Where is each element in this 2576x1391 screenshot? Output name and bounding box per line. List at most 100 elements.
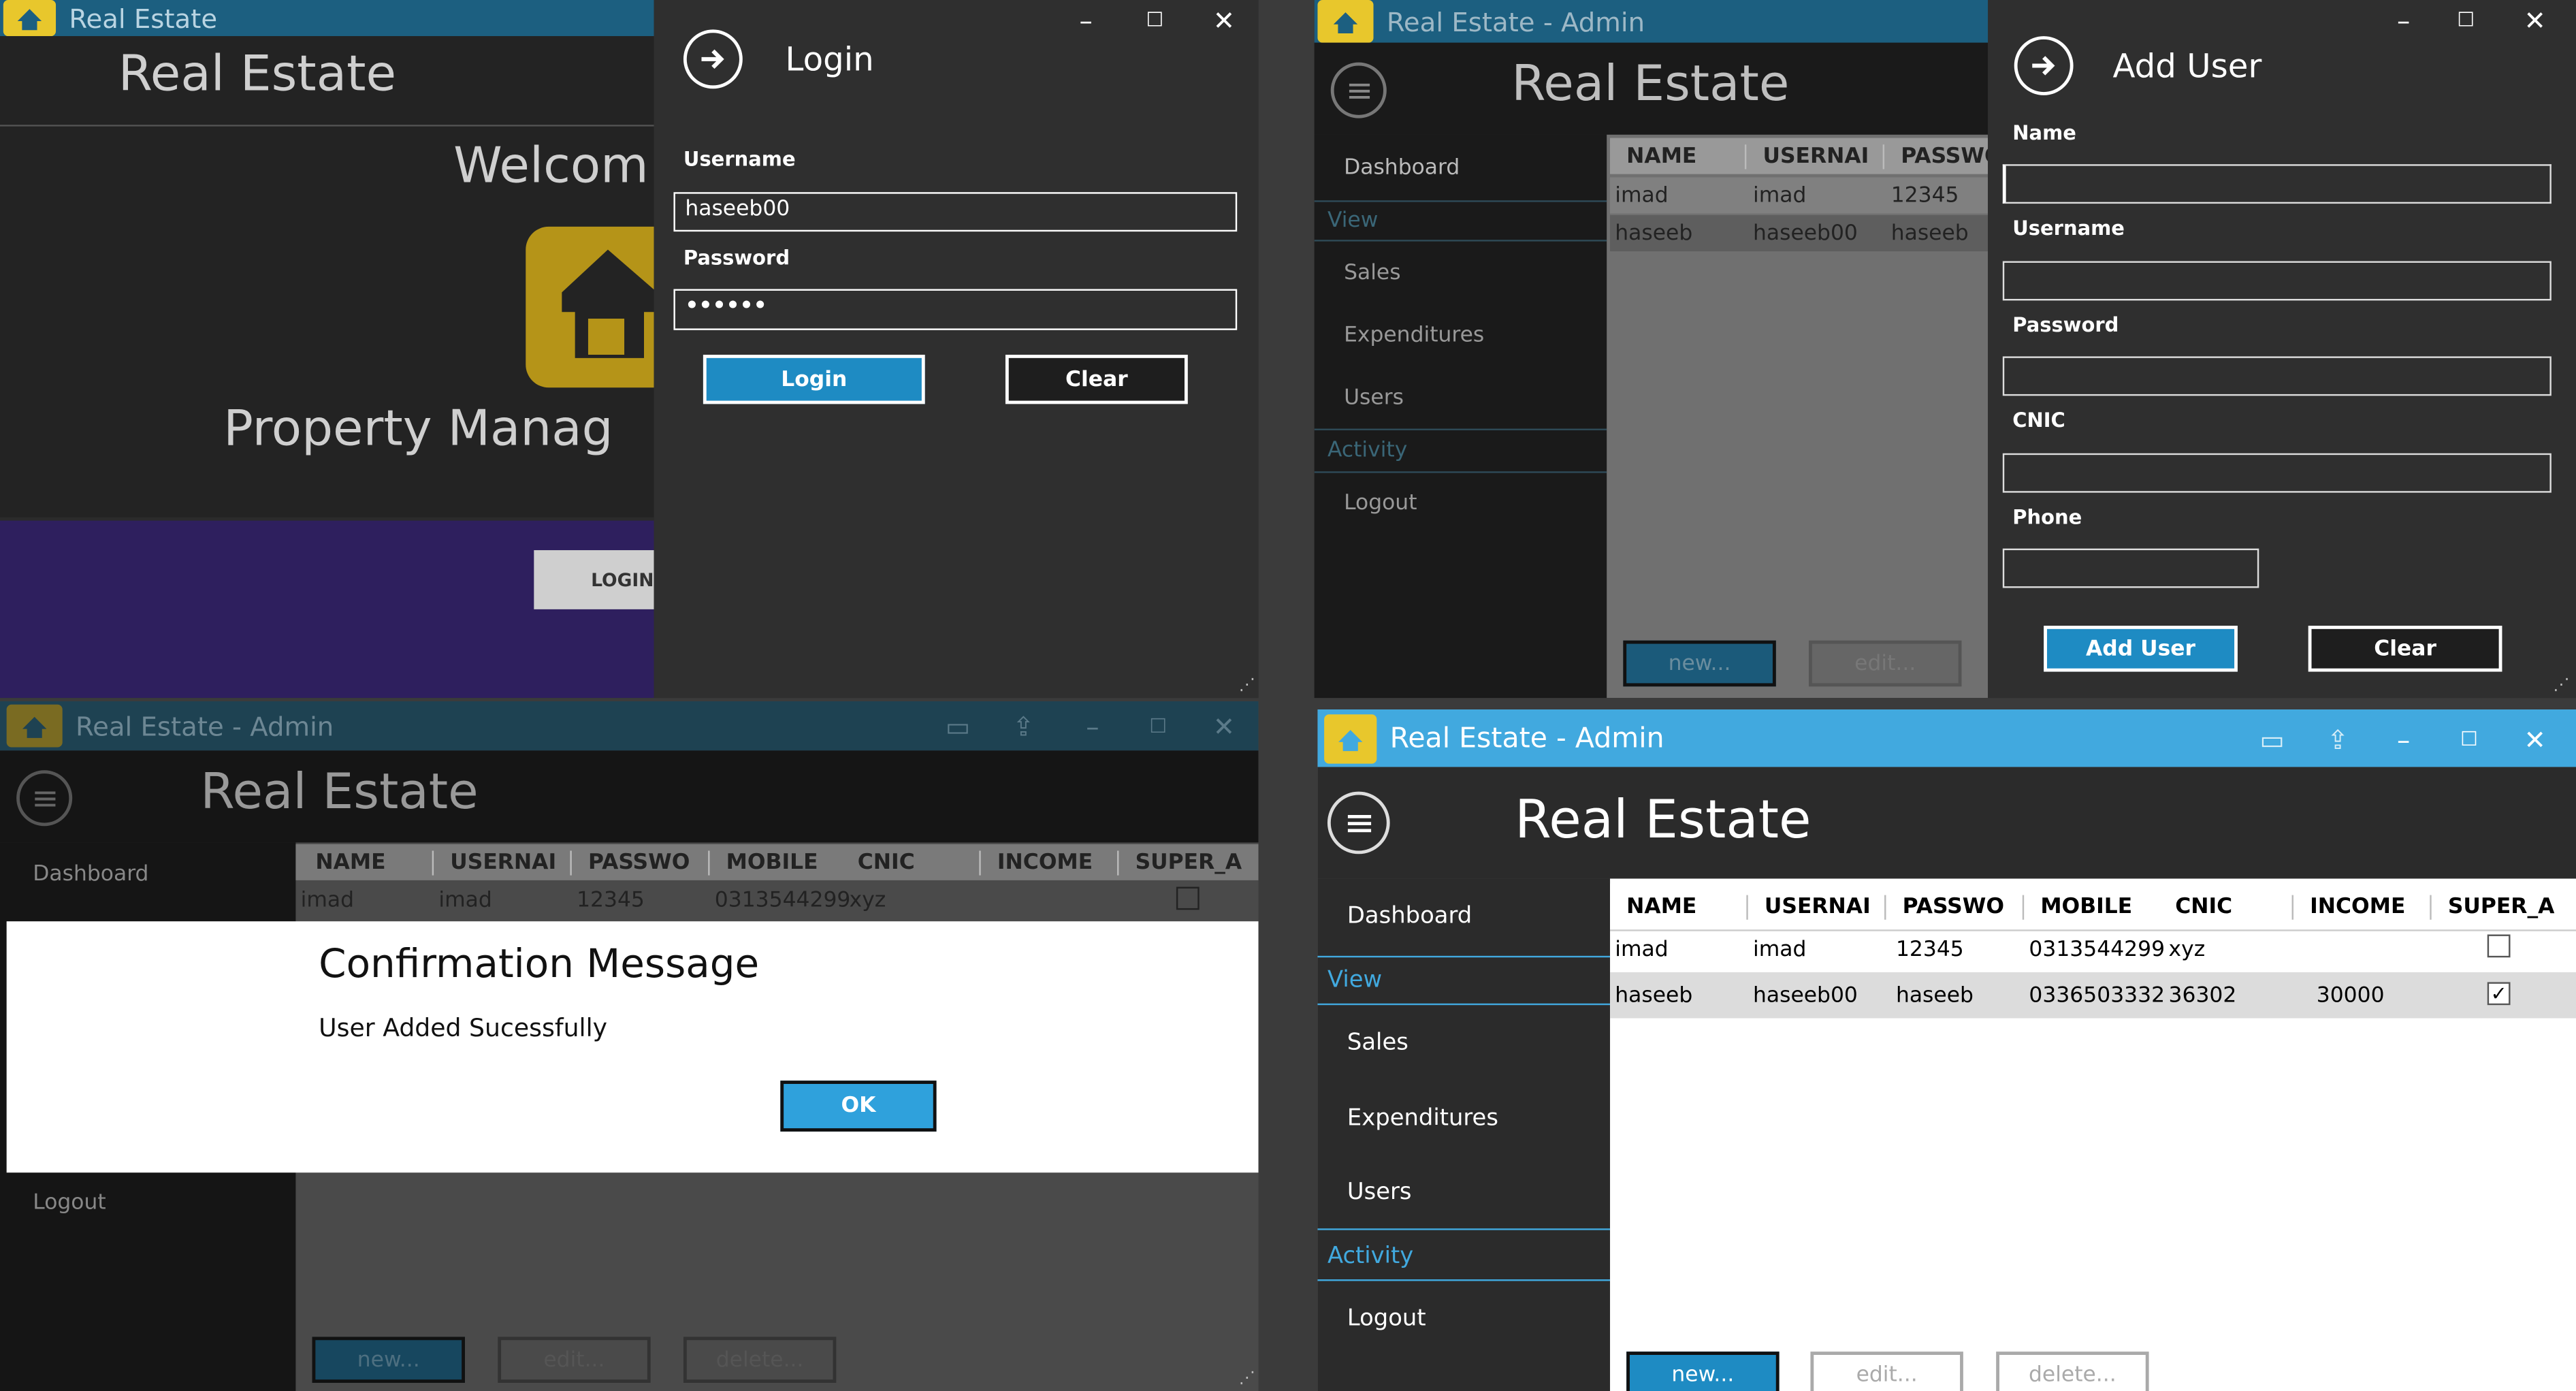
password-field[interactable] — [2002, 356, 2551, 396]
sidebar-item-expenditures[interactable]: Expenditures — [1344, 323, 1484, 348]
cell: 12345 — [1890, 182, 1959, 208]
col-header[interactable]: PASSWO — [572, 850, 710, 875]
minimize-icon[interactable]: – — [2379, 719, 2428, 758]
maximize-icon[interactable]: ☐ — [1130, 0, 1179, 39]
table-row[interactable]: imad imad 12345 0313544299 xyz — [1610, 926, 2576, 972]
resize-grip-icon[interactable]: ⋰ — [1239, 1370, 1255, 1388]
cell: 12345 — [1895, 937, 1964, 962]
cnic-label: CNIC — [2012, 409, 2065, 432]
clear-button[interactable]: Clear — [2308, 626, 2502, 672]
app-logo-icon — [6, 704, 63, 748]
resize-grip-icon[interactable]: ⋰ — [1239, 677, 1255, 695]
checkbox-icon[interactable]: ✓ — [2487, 982, 2511, 1006]
name-field[interactable] — [2002, 164, 2551, 204]
cnic-field[interactable] — [2002, 453, 2551, 493]
col-header[interactable]: PASSWO — [1886, 894, 2025, 919]
edit-button[interactable]: edit... — [1810, 1352, 1963, 1391]
col-header[interactable]: MOBILE — [710, 850, 841, 874]
app-logo-icon — [1317, 0, 1374, 43]
sidebar-item-sales[interactable]: Sales — [1347, 1029, 1408, 1056]
login-submit-button[interactable]: Login — [703, 355, 925, 404]
sidebar-item-dashboard[interactable]: Dashboard — [1344, 156, 1460, 180]
new-button[interactable]: new... — [312, 1337, 465, 1383]
cell: imad — [1615, 182, 1669, 208]
app-title: Real Estate — [1511, 56, 1790, 114]
cell: 0313544299 — [2029, 937, 2166, 962]
cell: haseeb — [1895, 982, 1974, 1008]
book-icon[interactable]: ▭ — [2247, 719, 2296, 758]
col-header[interactable]: NAME — [295, 850, 434, 875]
sidebar-item-logout[interactable]: Logout — [33, 1191, 106, 1215]
edit-button[interactable]: edit... — [1809, 640, 1962, 687]
sidebar-item-dashboard[interactable]: Dashboard — [33, 862, 148, 886]
col-header[interactable]: INCOME — [981, 850, 1119, 875]
sidebar-item-logout[interactable]: Logout — [1347, 1306, 1426, 1332]
maximize-icon[interactable]: ☐ — [1133, 706, 1182, 746]
arrow-right-icon[interactable] — [2014, 36, 2074, 95]
login-button[interactable]: LOGIN — [534, 550, 658, 609]
col-header[interactable]: CNIC — [2159, 894, 2293, 919]
resize-grip-icon[interactable]: ⋰ — [2553, 677, 2569, 695]
app-logo-icon — [1324, 714, 1377, 763]
hamburger-icon[interactable] — [1327, 791, 1390, 854]
grid-header: NAME USERNAI PASSWO MOBILE CNIC INCOME S… — [295, 844, 1259, 880]
hamburger-icon[interactable] — [16, 770, 73, 827]
new-button[interactable]: new... — [1626, 1352, 1780, 1391]
sidebar-item-expenditures[interactable]: Expenditures — [1347, 1105, 1498, 1132]
sidebar-item-users[interactable]: Users — [1347, 1179, 1412, 1206]
col-header[interactable]: USERNAI — [1746, 144, 1885, 169]
share-icon[interactable]: ⇪ — [2313, 719, 2362, 758]
maximize-icon[interactable]: ☐ — [2445, 719, 2494, 758]
col-header[interactable]: SUPER_A — [1118, 850, 1258, 874]
table-row[interactable]: haseeb haseeb00 haseeb — [1610, 214, 1989, 252]
minimize-icon[interactable]: – — [2379, 0, 2428, 39]
close-icon[interactable]: ✕ — [2511, 0, 2560, 39]
add-user-button[interactable]: Add User — [2044, 626, 2238, 672]
sidebar-item-users[interactable]: Users — [1344, 386, 1404, 411]
col-header[interactable]: USERNAI — [434, 850, 572, 875]
minimize-icon[interactable]: – — [1068, 706, 1117, 746]
app-title: Real Estate — [118, 46, 397, 103]
checkbox-icon[interactable] — [2487, 934, 2511, 958]
subtitle: Property Manag — [223, 400, 613, 458]
sidebar-item-sales[interactable]: Sales — [1344, 261, 1401, 286]
col-header[interactable]: CNIC — [841, 850, 981, 875]
col-header[interactable]: NAME — [1610, 894, 1748, 919]
new-button[interactable]: new... — [1623, 640, 1776, 687]
minimize-icon[interactable]: – — [1061, 0, 1110, 39]
maximize-icon[interactable]: ☐ — [2441, 0, 2490, 39]
window-title: Real Estate - Admin — [76, 710, 334, 742]
hamburger-icon[interactable] — [1330, 62, 1387, 118]
table-row[interactable]: imad imad 12345 0313544299 xyz — [295, 882, 1117, 918]
sidebar-item-dashboard[interactable]: Dashboard — [1347, 904, 1472, 930]
clear-button[interactable]: Clear — [1005, 355, 1188, 404]
cell: 0336503332 — [2029, 982, 2166, 1008]
checkbox-icon[interactable] — [1176, 886, 1200, 910]
close-icon[interactable]: ✕ — [1200, 706, 1249, 746]
delete-button[interactable]: delete... — [683, 1337, 837, 1383]
username-field[interactable] — [2002, 261, 2551, 301]
col-header[interactable]: SUPER_A — [2432, 894, 2576, 918]
col-header[interactable]: NAME — [1610, 144, 1747, 169]
col-header[interactable]: MOBILE — [2024, 894, 2159, 918]
close-icon[interactable]: ✕ — [1200, 0, 1249, 39]
delete-button[interactable]: delete... — [1996, 1352, 2149, 1391]
col-header[interactable]: INCOME — [2293, 894, 2432, 919]
arrow-right-icon[interactable] — [683, 29, 743, 89]
col-header[interactable]: USERNAI — [1748, 894, 1886, 919]
edit-button[interactable]: edit... — [498, 1337, 651, 1383]
phone-field[interactable] — [2002, 548, 2259, 588]
table-row[interactable]: imad imad 12345 — [1610, 177, 1989, 214]
table-row[interactable]: haseeb haseeb00 haseeb 0336503332 36302 … — [1610, 972, 2576, 1019]
book-icon[interactable]: ▭ — [933, 706, 982, 746]
share-icon[interactable]: ⇪ — [999, 706, 1048, 746]
col-header[interactable]: PASSWO — [1884, 144, 2002, 168]
ok-button[interactable]: OK — [780, 1081, 937, 1132]
cell: haseeb — [1615, 221, 1693, 246]
username-field[interactable]: haseeb00 — [673, 192, 1238, 232]
sidebar-item-logout[interactable]: Logout — [1344, 491, 1417, 515]
cell: imad — [1752, 182, 1807, 208]
close-icon[interactable]: ✕ — [2511, 719, 2560, 758]
password-field[interactable]: •••••• — [673, 289, 1238, 330]
dialog-message: User Added Sucessfully — [319, 1013, 608, 1043]
